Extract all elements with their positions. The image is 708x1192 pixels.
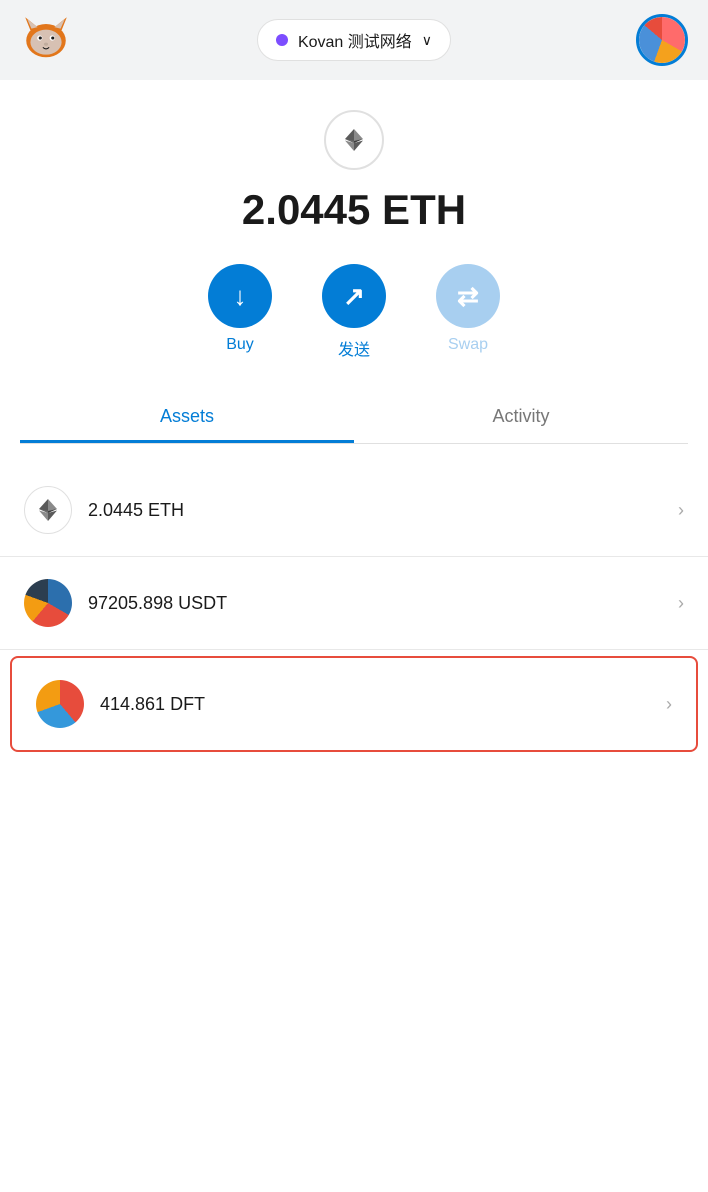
balance-display: 2.0445 ETH	[242, 186, 466, 234]
asset-row-dft[interactable]: 414.861 DFT ›	[10, 656, 698, 752]
buy-action[interactable]: ↓ Buy	[208, 264, 272, 354]
eth-chevron-icon: ›	[678, 500, 684, 521]
tab-assets[interactable]: Assets	[20, 390, 354, 443]
header: Kovan 测试网络 ∨	[0, 0, 708, 80]
send-button-circle[interactable]: ↗	[322, 264, 386, 328]
usdt-chevron-icon: ›	[678, 593, 684, 614]
network-selector[interactable]: Kovan 测试网络 ∨	[257, 19, 451, 61]
tab-activity[interactable]: Activity	[354, 390, 688, 443]
swap-label: Swap	[448, 336, 488, 354]
avatar-image	[639, 17, 685, 63]
buy-label: Buy	[226, 336, 254, 354]
asset-list: 2.0445 ETH › 97205.898 USDT › 414.861 DF…	[0, 464, 708, 752]
dft-asset-icon	[36, 680, 84, 728]
send-icon: ↗	[343, 281, 365, 312]
eth-asset-icon	[24, 486, 72, 534]
buy-icon: ↓	[234, 281, 247, 312]
eth-logo-container	[324, 110, 384, 170]
metamask-logo	[20, 12, 72, 69]
usdt-asset-amount: 97205.898 USDT	[88, 593, 678, 614]
eth-asset-amount: 2.0445 ETH	[88, 500, 678, 521]
send-label: 发送	[338, 336, 370, 360]
dft-chevron-icon: ›	[666, 694, 672, 715]
tabs: Assets Activity	[20, 390, 688, 444]
avatar[interactable]	[636, 14, 688, 66]
action-buttons: ↓ Buy ↗ 发送 ⇄ Swap	[208, 264, 500, 360]
main-content: 2.0445 ETH ↓ Buy ↗ 发送 ⇄ S	[0, 80, 708, 1192]
network-name: Kovan 测试网络	[298, 28, 412, 52]
chevron-down-icon: ∨	[422, 32, 432, 49]
swap-action[interactable]: ⇄ Swap	[436, 264, 500, 354]
network-status-dot	[276, 34, 288, 46]
dft-asset-amount: 414.861 DFT	[100, 694, 666, 715]
balance-section: 2.0445 ETH ↓ Buy ↗ 发送 ⇄ S	[0, 80, 708, 464]
usdt-asset-icon	[24, 579, 72, 627]
swap-button-circle[interactable]: ⇄	[436, 264, 500, 328]
asset-row-usdt[interactable]: 97205.898 USDT ›	[0, 557, 708, 650]
ethereum-icon	[340, 126, 368, 154]
send-action[interactable]: ↗ 发送	[322, 264, 386, 360]
buy-button-circle[interactable]: ↓	[208, 264, 272, 328]
asset-row-eth[interactable]: 2.0445 ETH ›	[0, 464, 708, 557]
eth-coin-icon	[34, 496, 62, 524]
swap-icon: ⇄	[457, 281, 479, 312]
